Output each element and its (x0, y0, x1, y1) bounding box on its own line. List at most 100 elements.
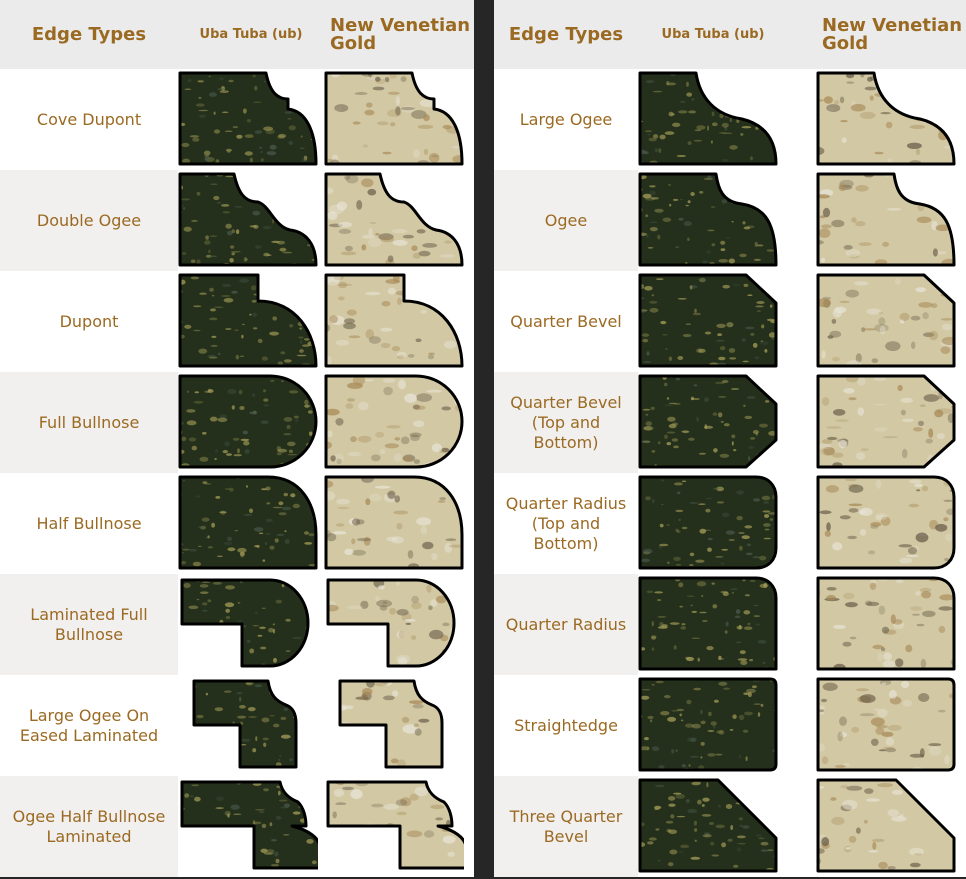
new-venetian-gold-quarter-radius-tb-stone-profile (816, 475, 956, 570)
table-row: Laminated Full Bullnose (0, 574, 474, 675)
new-venetian-gold-large-ogee-image (816, 69, 966, 172)
edge-type-label: Full Bullnose (0, 372, 178, 473)
header-new-venetian-gold: New Venetian Gold (330, 14, 471, 54)
uba-tuba-ogee-half-bullnose-laminated-stone-profile (180, 780, 318, 870)
new-venetian-gold-laminated-full-bullnose-image (324, 574, 472, 677)
table-row: Straightedge (494, 675, 966, 776)
new-venetian-gold-dupont-image (324, 271, 472, 374)
table-header: Edge Types Uba Tuba (ub) New Venetian Go… (494, 0, 966, 69)
table-row: Half Bullnose (0, 473, 474, 574)
edge-type-label: Large Ogee (519, 109, 613, 129)
new-venetian-gold-ogee-half-bullnose-laminated-image (324, 776, 472, 879)
new-venetian-gold-ogee-stone-profile (816, 172, 956, 267)
uba-tuba-quarter-radius-tb-stone-profile (638, 475, 778, 570)
new-venetian-gold-cove-dupont-stone-profile (324, 71, 464, 166)
table-header: Edge Types Uba Tuba (ub) New Venetian Go… (0, 0, 474, 69)
edge-type-label: Large Ogee On Eased Laminated (19, 705, 159, 745)
edge-type-label: Quarter Radius (494, 574, 638, 675)
new-venetian-gold-quarter-bevel-tb-image (816, 372, 966, 475)
uba-tuba-half-bullnose-stone-profile (178, 475, 318, 570)
new-venetian-gold-half-bullnose-image (324, 473, 472, 576)
edge-type-label: Ogee (494, 170, 638, 271)
new-venetian-gold-dupont-stone-profile (324, 273, 464, 368)
header-new-venetian-gold: New Venetian Gold (822, 14, 963, 54)
edge-type-label: Laminated Full Bullnose (0, 574, 178, 675)
new-venetian-gold-straightedge-image (816, 675, 966, 778)
table-row: Large Ogee On Eased Laminated (0, 675, 474, 776)
table-row: Quarter Radius (494, 574, 966, 675)
uba-tuba-large-ogee-image (638, 69, 780, 172)
new-venetian-gold-ogee-half-bullnose-laminated-stone-profile (326, 780, 464, 870)
uba-tuba-full-bullnose-stone-profile (178, 374, 318, 469)
uba-tuba-ogee-image (638, 170, 780, 273)
uba-tuba-large-ogee-stone-profile (638, 71, 778, 166)
edge-type-label: Quarter Bevel (510, 311, 622, 331)
uba-tuba-three-quarter-bevel-image (638, 776, 780, 879)
uba-tuba-quarter-bevel-stone-profile (638, 273, 778, 368)
new-venetian-gold-double-ogee-stone-profile (324, 172, 464, 267)
table-row: Quarter Bevel (Top and Bottom) (494, 372, 966, 473)
new-venetian-gold-quarter-radius-stone-profile (816, 576, 956, 671)
new-venetian-gold-three-quarter-bevel-stone-profile (816, 778, 956, 873)
edge-type-label: Straightedge (514, 715, 618, 735)
new-venetian-gold-laminated-full-bullnose-stone-profile (326, 578, 456, 668)
new-venetian-gold-large-ogee-eased-laminated-image (324, 675, 472, 778)
new-venetian-gold-straightedge-stone-profile (816, 677, 956, 772)
edge-types-table-right: Edge Types Uba Tuba (ub) New Venetian Go… (494, 0, 966, 877)
header-edge-types: Edge Types (508, 24, 624, 45)
table-row: Double Ogee (0, 170, 474, 271)
uba-tuba-quarter-radius-tb-image (638, 473, 780, 576)
uba-tuba-double-ogee-stone-profile (178, 172, 318, 267)
uba-tuba-cove-dupont-image (178, 69, 322, 172)
table-row: Ogee Half Bullnose Laminated (0, 776, 474, 877)
edge-type-label: Quarter Radius (Top and Bottom) (505, 493, 627, 553)
edge-type-label: Three Quarter Bevel (494, 776, 638, 877)
table-row: Cove Dupont (0, 69, 474, 170)
uba-tuba-double-ogee-image (178, 170, 322, 273)
uba-tuba-ogee-stone-profile (638, 172, 778, 267)
new-venetian-gold-full-bullnose-image (324, 372, 472, 475)
new-venetian-gold-quarter-bevel-stone-profile (816, 273, 956, 368)
uba-tuba-straightedge-image (638, 675, 780, 778)
new-venetian-gold-double-ogee-image (324, 170, 472, 273)
table-row: Three Quarter Bevel (494, 776, 966, 877)
table-row: Full Bullnose (0, 372, 474, 473)
uba-tuba-straightedge-stone-profile (638, 677, 778, 772)
uba-tuba-quarter-radius-image (638, 574, 780, 677)
new-venetian-gold-three-quarter-bevel-image (816, 776, 966, 879)
uba-tuba-laminated-full-bullnose-image (178, 574, 322, 677)
uba-tuba-quarter-bevel-tb-image (638, 372, 780, 475)
new-venetian-gold-quarter-bevel-image (816, 271, 966, 374)
new-venetian-gold-half-bullnose-stone-profile (324, 475, 464, 570)
edge-type-label: Half Bullnose (36, 513, 142, 533)
new-venetian-gold-cove-dupont-image (324, 69, 472, 172)
edge-type-label: Ogee Half Bullnose Laminated (0, 776, 178, 877)
edge-type-label: Dupont (59, 311, 119, 331)
new-venetian-gold-ogee-image (816, 170, 966, 273)
uba-tuba-quarter-bevel-tb-stone-profile (638, 374, 778, 469)
table-row: Quarter Radius (Top and Bottom) (494, 473, 966, 574)
edge-type-label: Cove Dupont (36, 109, 142, 129)
new-venetian-gold-quarter-radius-image (816, 574, 966, 677)
uba-tuba-large-ogee-eased-laminated-image (178, 675, 322, 778)
new-venetian-gold-large-ogee-eased-laminated-stone-profile (338, 679, 444, 769)
new-venetian-gold-large-ogee-stone-profile (816, 71, 956, 166)
table-row: Dupont (0, 271, 474, 372)
uba-tuba-large-ogee-eased-laminated-stone-profile (192, 679, 298, 769)
uba-tuba-half-bullnose-image (178, 473, 322, 576)
uba-tuba-ogee-half-bullnose-laminated-image (178, 776, 322, 879)
edge-type-label: Double Ogee (0, 170, 178, 271)
uba-tuba-quarter-bevel-image (638, 271, 780, 374)
new-venetian-gold-full-bullnose-stone-profile (324, 374, 464, 469)
uba-tuba-cove-dupont-stone-profile (178, 71, 318, 166)
uba-tuba-dupont-stone-profile (178, 273, 318, 368)
uba-tuba-dupont-image (178, 271, 322, 374)
table-row: Quarter Bevel (494, 271, 966, 372)
edge-type-label: Quarter Bevel (Top and Bottom) (494, 372, 638, 473)
header-uba-tuba: Uba Tuba (ub) (199, 27, 303, 42)
header-uba-tuba: Uba Tuba (ub) (661, 27, 765, 42)
uba-tuba-laminated-full-bullnose-stone-profile (180, 578, 310, 668)
edge-types-table-left: Edge Types Uba Tuba (ub) New Venetian Go… (0, 0, 474, 877)
table-row: Ogee (494, 170, 966, 271)
header-edge-types: Edge Types (31, 24, 147, 45)
